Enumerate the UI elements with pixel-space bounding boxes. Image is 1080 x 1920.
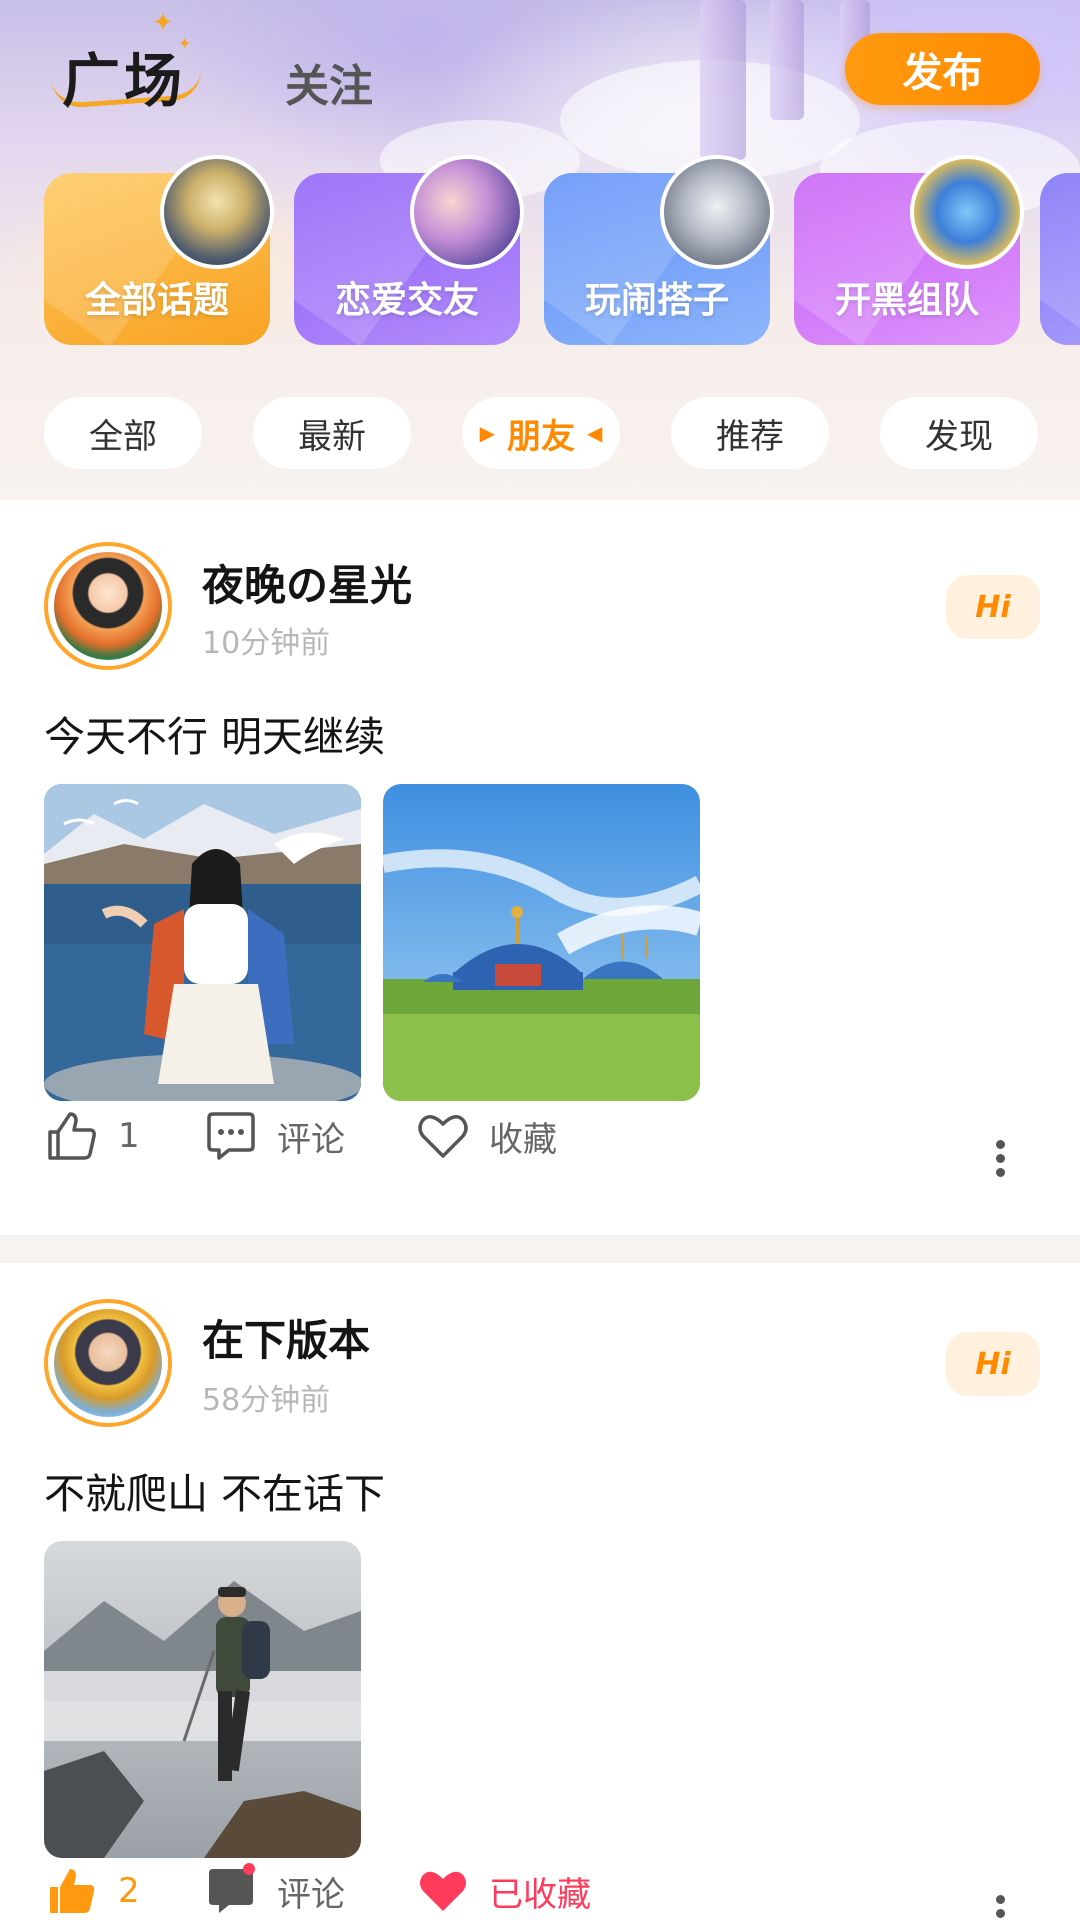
like-button[interactable]: 1 (44, 1108, 140, 1164)
filter-chip-label: 推荐 (716, 416, 784, 457)
like-count: 2 (118, 1871, 140, 1911)
post-username[interactable]: 夜晚の星光 (202, 552, 412, 613)
say-hi-button[interactable]: Hi (946, 1332, 1040, 1396)
comment-filled-icon (209, 1863, 255, 1913)
avatar-image (54, 552, 162, 660)
fantasy-knight-icon (160, 155, 274, 269)
castle-pillar-decoration (770, 0, 804, 120)
comment-label: 评论 (277, 1874, 345, 1915)
post-username[interactable]: 在下版本 (202, 1307, 370, 1368)
post-photo[interactable] (44, 1541, 361, 1858)
topic-card-label: 恋爱交友 (334, 280, 479, 321)
say-hi-button[interactable]: Hi (946, 575, 1040, 639)
photo-mountain-hiker (44, 1541, 361, 1858)
avatar[interactable] (44, 1299, 172, 1427)
comment-button[interactable]: 评论 (203, 1863, 345, 1919)
post-text: 今天不行 明天继续 (44, 713, 386, 761)
topic-card-playmates[interactable]: 玩闹搭子 (544, 155, 774, 345)
more-options-button[interactable] (980, 1890, 1020, 1920)
comment-label: 评论 (277, 1119, 345, 1160)
photo-grassland-yurts (383, 784, 700, 1101)
avatar[interactable] (44, 542, 172, 670)
publish-button[interactable]: 发布 (845, 33, 1040, 105)
favorite-label: 已收藏 (489, 1874, 591, 1915)
like-count: 1 (118, 1116, 140, 1156)
header-banner: ✦ ✦ 广场 关注 发布 全部话题 恋爱交友 玩闹搭子 开黑组队 全部 最新 ▶… (0, 0, 1080, 500)
like-button[interactable]: 2 (44, 1863, 140, 1919)
favorite-button[interactable]: 收藏 (415, 1108, 557, 1164)
photo-lake-woman (44, 784, 361, 1101)
thumbs-up-icon (48, 1112, 96, 1160)
post-card: 夜晚の星光 10分钟前 Hi 今天不行 明天继续 1 评论 收藏 (0, 500, 1080, 1235)
filter-chip-label: 最新 (298, 416, 366, 457)
more-dot (995, 1168, 1005, 1177)
hero-duo-icon (660, 155, 774, 269)
post-photo[interactable] (383, 784, 700, 1101)
more-dot (995, 1895, 1005, 1904)
topic-card-team-up[interactable]: 开黑组队 (794, 155, 1024, 345)
post-divider (0, 1235, 1080, 1263)
favorite-label: 收藏 (489, 1119, 557, 1160)
penguin-mascot-icon (910, 155, 1024, 269)
triangle-left-icon: ◀ (587, 421, 603, 445)
topic-card-partial[interactable] (1040, 173, 1080, 345)
more-dot (995, 1909, 1005, 1918)
topic-card-background (1040, 173, 1080, 345)
tab-square[interactable]: 广场 (62, 34, 186, 118)
more-dot (995, 1140, 1005, 1149)
heart-outline-icon (418, 1115, 468, 1158)
filter-chip-label: 全部 (89, 416, 157, 457)
comment-icon (207, 1112, 255, 1160)
comment-button[interactable]: 评论 (203, 1108, 345, 1164)
post-text: 不就爬山 不在话下 (44, 1470, 386, 1518)
favorite-button[interactable]: 已收藏 (415, 1863, 591, 1919)
couple-icon (410, 155, 524, 269)
topic-card-label: 全部话题 (84, 280, 229, 321)
thumbs-up-filled-icon (50, 1869, 95, 1913)
post-card: 在下版本 58分钟前 Hi 不就爬山 不在话下 2 评论 已收藏 (0, 1263, 1080, 1920)
post-photo[interactable] (44, 784, 361, 1101)
castle-pillar-decoration (700, 0, 746, 160)
filter-chip-discover[interactable]: 发现 (880, 397, 1038, 469)
heart-filled-icon (420, 1871, 466, 1911)
more-dot (995, 1154, 1005, 1163)
more-options-button[interactable] (980, 1135, 1020, 1195)
filter-chip-label: 朋友 (507, 416, 575, 457)
topic-card-label: 开黑组队 (834, 280, 979, 321)
tab-follow[interactable]: 关注 (285, 50, 373, 114)
filter-chip-all[interactable]: 全部 (44, 397, 202, 469)
filter-chip-recommend[interactable]: 推荐 (671, 397, 829, 469)
post-time: 10分钟前 (202, 626, 331, 661)
filter-chip-latest[interactable]: 最新 (253, 397, 411, 469)
post-time: 58分钟前 (202, 1383, 331, 1418)
avatar-image (54, 1309, 162, 1417)
topic-card-dating[interactable]: 恋爱交友 (294, 155, 524, 345)
triangle-right-icon: ▶ (479, 421, 495, 445)
topic-card-all-topics[interactable]: 全部话题 (44, 155, 274, 345)
filter-chip-friends[interactable]: ▶ 朋友 ◀ (462, 397, 620, 469)
filter-chip-label: 发现 (925, 416, 993, 457)
topic-card-label: 玩闹搭子 (584, 280, 729, 321)
